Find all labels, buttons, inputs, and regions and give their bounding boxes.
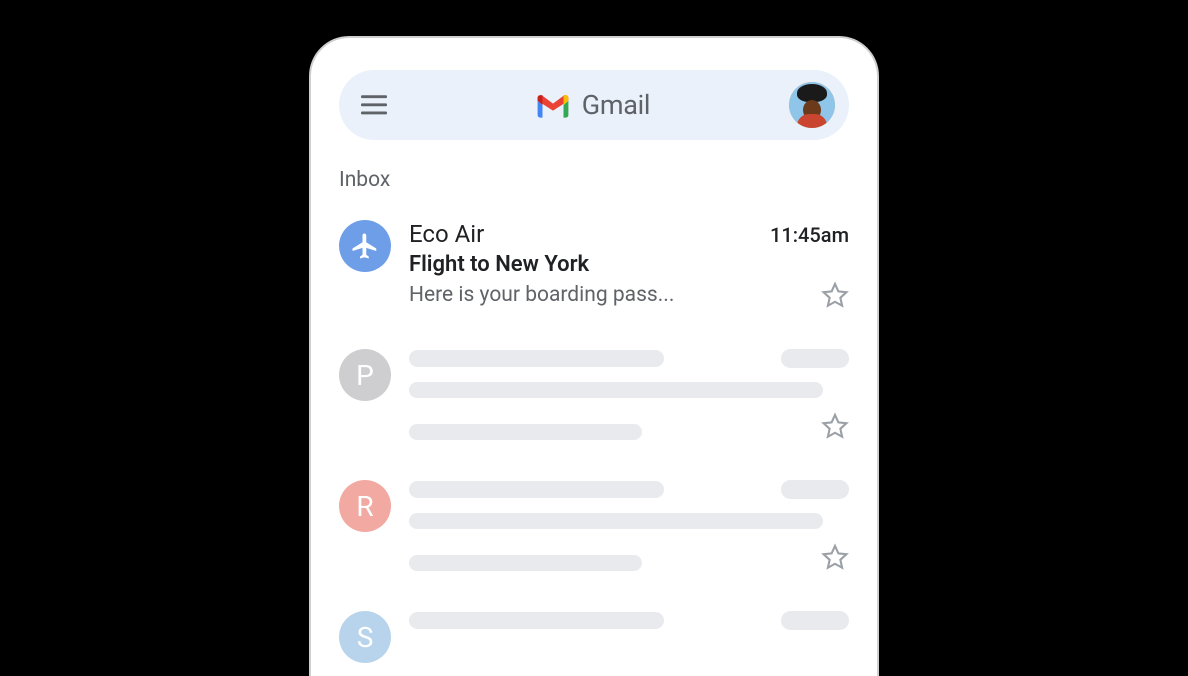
email-row[interactable]: Eco Air 11:45am Flight to New York Here … (339, 210, 849, 335)
menu-icon[interactable] (353, 84, 395, 126)
placeholder-time (781, 349, 849, 368)
placeholder-subject (409, 382, 823, 398)
gmail-logo-icon (534, 91, 572, 119)
placeholder-time (781, 480, 849, 499)
star-icon[interactable] (821, 412, 849, 440)
avatar-letter: R (356, 490, 373, 523)
avatar-letter: S (357, 621, 374, 654)
email-time: 11:45am (770, 223, 849, 247)
placeholder-sender (409, 481, 664, 498)
profile-avatar[interactable] (789, 82, 835, 128)
placeholder-preview (409, 555, 642, 571)
email-row[interactable]: S (339, 597, 849, 663)
section-label: Inbox (339, 168, 849, 192)
brand-label: Gmail (582, 89, 650, 121)
sender-avatar: S (339, 611, 391, 663)
avatar-letter: P (356, 359, 374, 392)
star-icon[interactable] (821, 281, 849, 309)
search-bar[interactable]: Gmail (339, 70, 849, 140)
placeholder-subject (409, 513, 823, 529)
placeholder-time (781, 611, 849, 630)
sender-avatar: R (339, 480, 391, 532)
placeholder-sender (409, 350, 664, 367)
sender-avatar (339, 220, 391, 272)
placeholder-preview (409, 424, 642, 440)
email-preview: Here is your boarding pass... (409, 283, 674, 307)
star-icon[interactable] (821, 543, 849, 571)
phone-frame: Gmail Inbox Eco Air 11:45am Flight to Ne… (309, 36, 879, 676)
sender-name: Eco Air (409, 220, 484, 248)
brand: Gmail (395, 89, 789, 121)
placeholder-sender (409, 612, 664, 629)
email-subject: Flight to New York (409, 252, 849, 277)
sender-avatar: P (339, 349, 391, 401)
email-row[interactable]: R (339, 466, 849, 597)
airplane-icon (350, 231, 380, 261)
email-row[interactable]: P (339, 335, 849, 466)
